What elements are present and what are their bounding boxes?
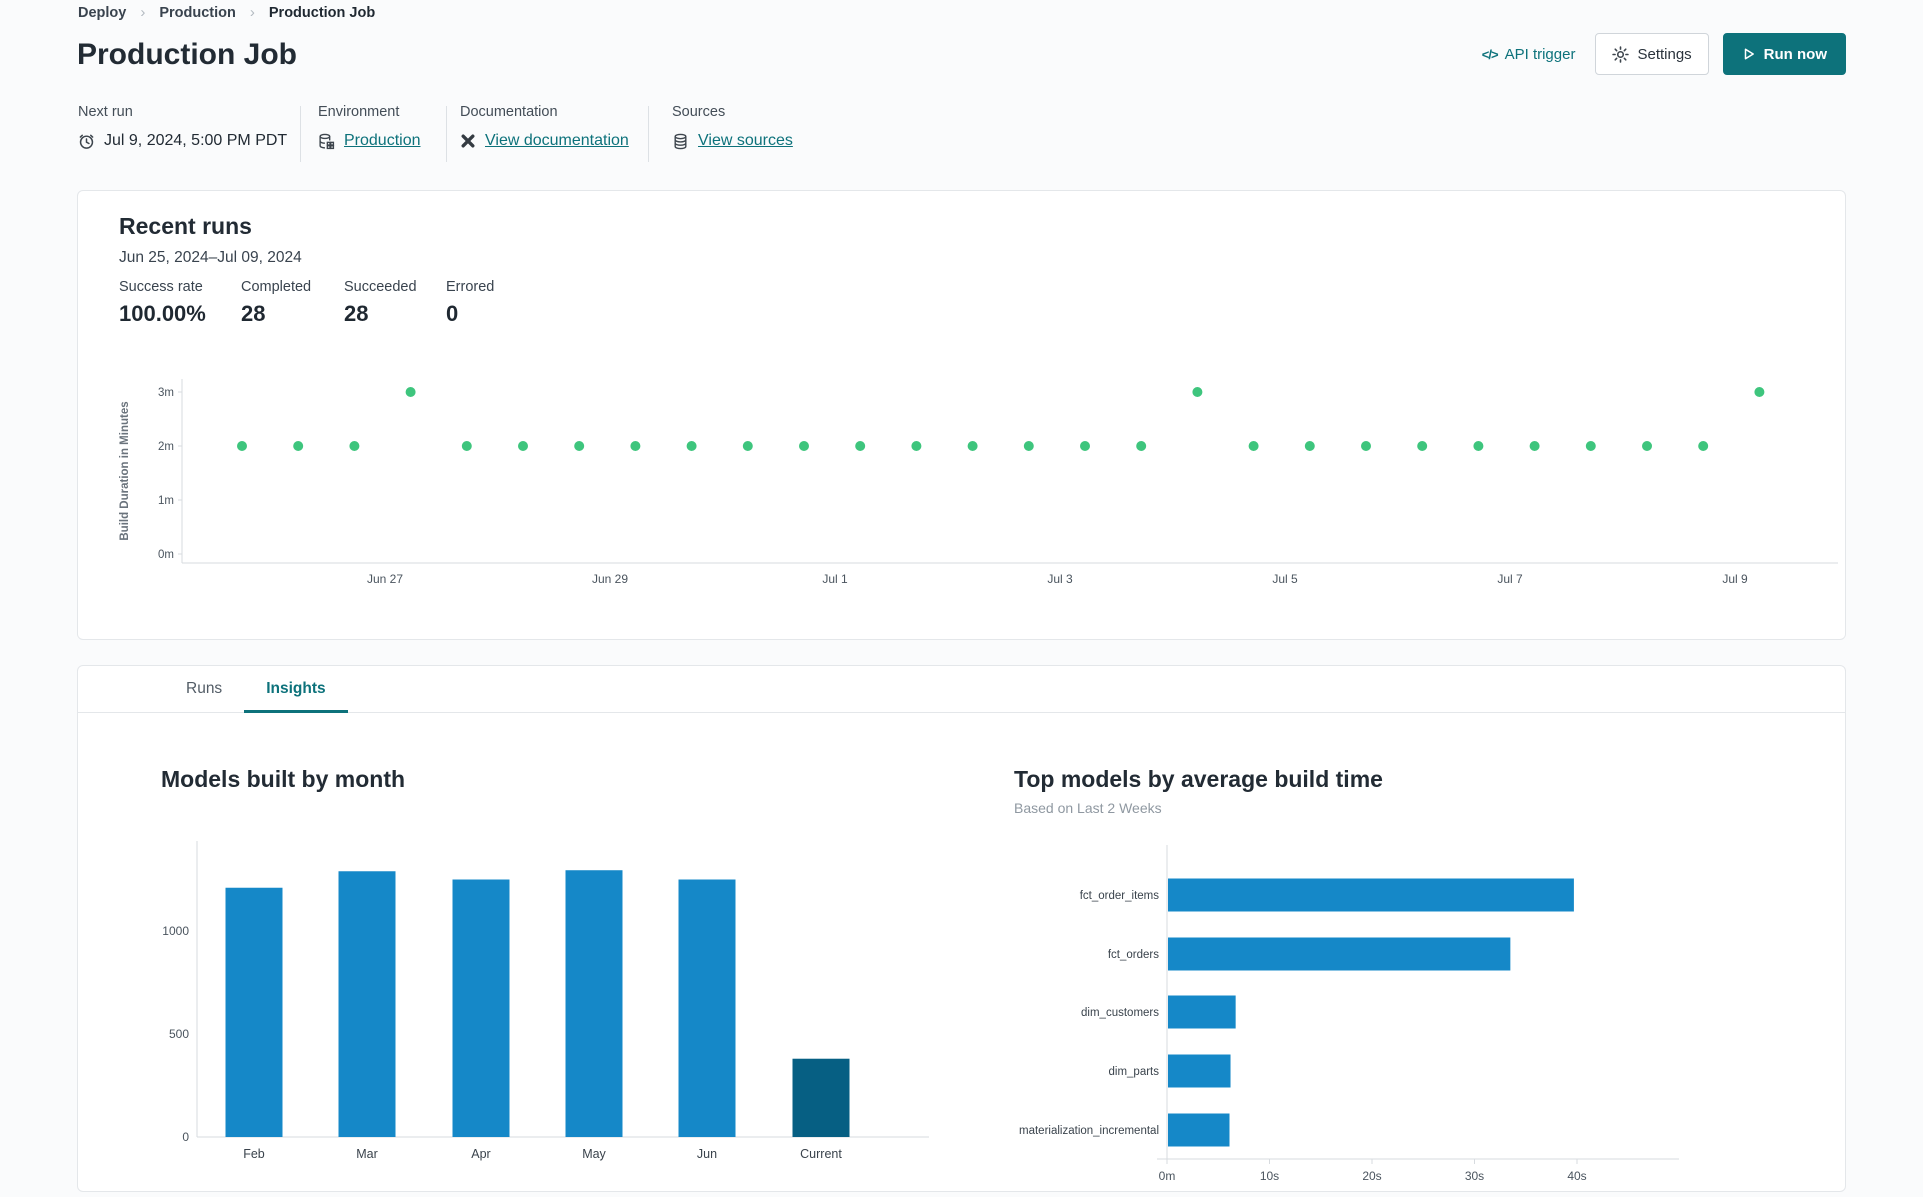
api-trigger-link[interactable]: </> API trigger — [1482, 46, 1576, 63]
top-models-by-build-time-chart: 0m 10s 20s 30s 40s fct_order_items fct_ordersd… — [1019, 845, 1679, 1183]
settings-label: Settings — [1637, 45, 1692, 63]
tab-insights[interactable]: Insights — [244, 666, 348, 713]
run-now-button[interactable]: Run now — [1722, 33, 1846, 75]
svg-text:1000: 1000 — [162, 924, 189, 938]
svg-text:Current: Current — [800, 1147, 842, 1161]
svg-text:Build Duration in Minutes: Build Duration in Minutes — [119, 401, 131, 540]
svg-text:2m: 2m — [158, 441, 174, 453]
environment-database-icon — [318, 133, 335, 150]
svg-text:Jul 9: Jul 9 — [1722, 572, 1748, 586]
svg-text:dim_parts: dim_parts — [1109, 1066, 1160, 1078]
top-models-subtitle: Based on Last 2 Weeks — [1014, 800, 1162, 816]
svg-text:30s: 30s — [1465, 1169, 1484, 1183]
play-icon — [1742, 47, 1756, 61]
page-title: Production Job — [77, 38, 297, 71]
svg-text:Jun 29: Jun 29 — [592, 572, 628, 586]
meta-label: Next run — [78, 104, 133, 120]
api-trigger-label: API trigger — [1504, 45, 1576, 63]
top-models-title: Top models by average build time — [1014, 766, 1383, 792]
meta-next-run: Next run Jul 9, 2024, 5:00 PM PDT — [78, 104, 287, 150]
svg-text:20s: 20s — [1362, 1169, 1381, 1183]
environment-link[interactable]: Production — [344, 132, 421, 150]
svg-text:500: 500 — [169, 1027, 189, 1041]
stat-success-rate: Success rate 100.00% — [119, 279, 206, 327]
stat-label: Completed — [241, 279, 312, 295]
svg-text:materialization_incremental: materialization_incremental — [1019, 1125, 1159, 1137]
breadcrumb-production[interactable]: Production — [159, 5, 236, 21]
svg-text:May: May — [582, 1147, 606, 1161]
tab-bar: Runs Insights — [78, 666, 1845, 713]
svg-text:Jun 27: Jun 27 — [367, 572, 403, 586]
svg-text:0m: 0m — [158, 549, 174, 561]
svg-text:Apr: Apr — [471, 1147, 490, 1161]
breadcrumb-production-job: Production Job — [268, 4, 376, 21]
svg-text:0m: 0m — [1159, 1169, 1176, 1183]
meta-environment: Environment Production — [318, 104, 421, 150]
job-meta-strip: Next run Jul 9, 2024, 5:00 PM PDT Enviro… — [0, 104, 1923, 164]
svg-text:Jun: Jun — [697, 1147, 717, 1161]
models-built-by-month-chart: 0 500 1000 Feb Mar Apr May Jun Current — [162, 841, 929, 1161]
view-documentation-link[interactable]: View documentation — [485, 132, 629, 150]
svg-text:1m: 1m — [158, 495, 174, 507]
chevron-right-icon: › — [249, 4, 255, 21]
svg-text:3m: 3m — [158, 387, 174, 399]
meta-label: Environment — [318, 104, 400, 120]
settings-button[interactable]: Settings — [1595, 33, 1709, 75]
build-duration-scatter-chart: Build Duration in Minutes 0m 1m 2m 3m Jun 27 J… — [119, 379, 1838, 586]
stat-errored: Errored 0 — [446, 279, 494, 327]
stat-value: 28 — [344, 301, 369, 326]
divider — [648, 106, 649, 162]
stat-label: Errored — [446, 279, 495, 295]
stat-label: Success rate — [119, 279, 203, 295]
svg-text:fct_order_items: fct_order_items — [1080, 890, 1160, 902]
recent-runs-title: Recent runs — [119, 213, 252, 239]
svg-text:Jul 3: Jul 3 — [1047, 572, 1073, 586]
tab-runs[interactable]: Runs — [164, 666, 244, 713]
breadcrumb: Deploy › Production › Production Job — [78, 4, 375, 21]
meta-label: Sources — [672, 104, 726, 120]
recent-runs-card: Recent runs Jun 25, 2024–Jul 09, 2024 Su… — [77, 190, 1846, 640]
stat-value: 100.00% — [119, 301, 206, 326]
recent-runs-date-range: Jun 25, 2024–Jul 09, 2024 — [119, 249, 302, 266]
svg-text:Jul 1: Jul 1 — [822, 572, 848, 586]
run-now-label: Run now — [1763, 45, 1827, 63]
divider — [446, 106, 447, 162]
gear-icon — [1612, 45, 1630, 63]
view-sources-link[interactable]: View sources — [698, 132, 793, 150]
svg-text:0: 0 — [182, 1130, 189, 1144]
svg-text:Feb: Feb — [243, 1147, 265, 1161]
dbt-docs-icon — [460, 133, 476, 149]
breadcrumb-deploy[interactable]: Deploy — [78, 5, 126, 21]
header-actions: </> API trigger Settings Run now — [1482, 33, 1846, 75]
clock-icon — [78, 133, 95, 150]
next-run-value: Jul 9, 2024, 5:00 PM PDT — [104, 132, 288, 149]
meta-label: Documentation — [460, 104, 558, 120]
stat-label: Succeeded — [344, 279, 417, 295]
stat-succeeded: Succeeded 28 — [344, 279, 417, 327]
stat-value: 28 — [241, 301, 266, 326]
database-icon — [672, 133, 689, 150]
svg-text:fct_orders: fct_orders — [1108, 949, 1159, 961]
runs-insights-card: Runs Insights Models built by month Top … — [77, 665, 1846, 1192]
meta-sources: Sources View sources — [672, 104, 793, 150]
stat-value: 0 — [446, 301, 459, 326]
models-built-by-month-title: Models built by month — [161, 766, 406, 792]
divider — [300, 106, 301, 162]
svg-text:Jul 7: Jul 7 — [1497, 572, 1523, 586]
stat-completed: Completed 28 — [241, 279, 311, 327]
svg-text:dim_customers: dim_customers — [1081, 1007, 1159, 1019]
code-icon: </> — [1481, 46, 1499, 62]
chevron-right-icon: › — [140, 4, 146, 21]
svg-text:40s: 40s — [1567, 1169, 1586, 1183]
svg-text:Mar: Mar — [356, 1147, 378, 1161]
meta-documentation: Documentation View documentation — [460, 104, 629, 150]
svg-text:10s: 10s — [1260, 1169, 1279, 1183]
svg-text:Jul 5: Jul 5 — [1272, 572, 1298, 586]
